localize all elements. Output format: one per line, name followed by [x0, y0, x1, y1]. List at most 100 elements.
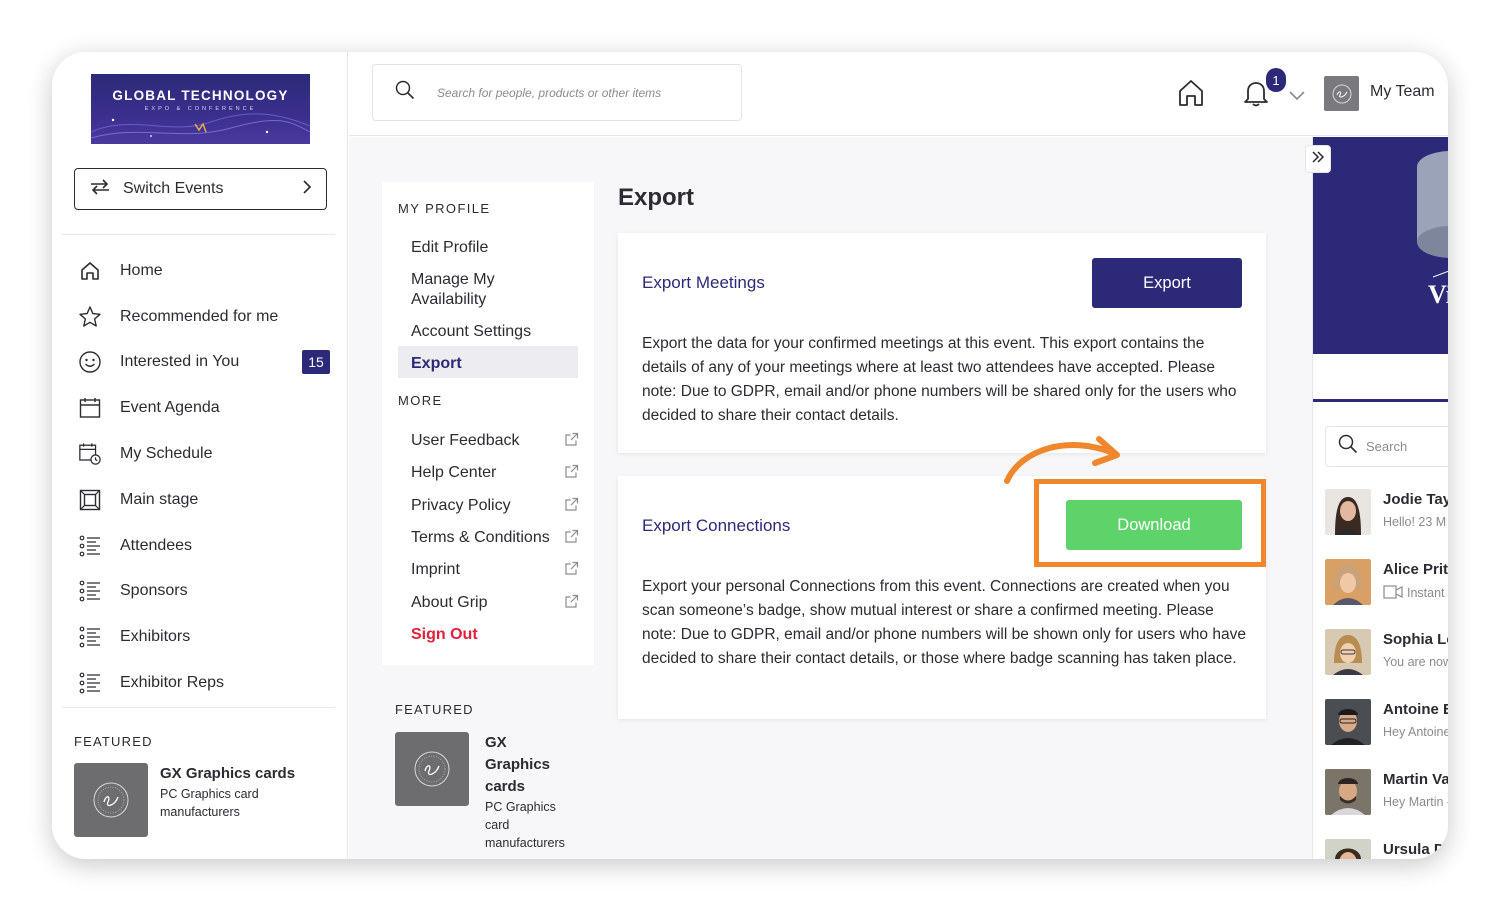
chevron-down-icon[interactable]: [1289, 88, 1305, 106]
person-name: Alice Pritc: [1383, 561, 1448, 578]
app-window: GLOBAL TECHNOLOGY EXPO & CONFERENCE Swit…: [52, 52, 1448, 859]
collapse-panel-button[interactable]: [1305, 145, 1331, 173]
search-icon: [395, 80, 415, 105]
list-icon: [78, 625, 102, 649]
sidebar-item-label: Attendees: [120, 536, 193, 554]
featured-label: FEATURED: [74, 734, 153, 749]
sidebar-item-home[interactable]: Home: [78, 248, 338, 294]
sidebar-item-sponsors[interactable]: Sponsors: [78, 569, 338, 615]
sidebar-item-label: Sponsors: [120, 582, 188, 600]
my-team-label[interactable]: My Team: [1370, 83, 1435, 101]
avatar: [1325, 839, 1371, 859]
menu-item-label: Privacy Policy: [411, 497, 511, 514]
list-icon: [78, 534, 102, 558]
menu-item-label: Terms & Conditions: [411, 529, 550, 546]
featured-card[interactable]: GX Graphics cards PC Graphics card manuf…: [74, 763, 295, 837]
export-connections-title: Export Connections: [642, 516, 791, 535]
swap-arrows-icon: [89, 178, 111, 200]
right-chat-panel: Vi Search Jodie Tayl Hello! 23 M Alice P…: [1312, 137, 1448, 859]
menu-section-my-profile: MY PROFILE: [398, 201, 491, 216]
menu-item-label: User Feedback: [411, 432, 520, 449]
search-input[interactable]: Search for people, products or other ite…: [372, 64, 742, 121]
search-icon: [1338, 434, 1358, 459]
sidebar-item-exhibitor-reps[interactable]: Exhibitor Reps: [78, 660, 338, 706]
export-meetings-description: Export the data for your confirmed meeti…: [642, 335, 1237, 424]
switch-events-label: Switch Events: [123, 180, 224, 197]
person-message: Hey Martin -: [1383, 795, 1448, 809]
smiley-icon: [78, 350, 102, 374]
export-meetings-title: Export Meetings: [642, 273, 765, 292]
switch-events-button[interactable]: Switch Events: [74, 168, 327, 210]
sidebar-item-label: Recommended for me: [120, 307, 279, 325]
menu-item-export[interactable]: Export: [411, 354, 579, 374]
sidebar-divider: [62, 707, 335, 708]
person-name: Martin Va: [1383, 771, 1448, 788]
menu-item-edit-profile[interactable]: Edit Profile: [411, 238, 579, 258]
stage-icon: [78, 488, 102, 512]
home-icon[interactable]: [1177, 78, 1205, 113]
menu-item-label: Imprint: [411, 561, 460, 578]
person-name: Ursula D: [1383, 841, 1445, 858]
menu-item-privacy-policy[interactable]: Privacy Policy: [411, 496, 579, 516]
menu-item-imprint[interactable]: Imprint: [411, 560, 579, 580]
person-name: Sophia Lev: [1383, 631, 1448, 648]
featured-title: GX Graphics cards: [160, 765, 296, 782]
sidebar-item-interested[interactable]: Interested in You 15: [78, 340, 338, 386]
menu-item-terms[interactable]: Terms & Conditions: [411, 528, 579, 548]
sign-out-link[interactable]: Sign Out: [411, 625, 579, 645]
home-icon: [78, 259, 102, 283]
event-logo[interactable]: GLOBAL TECHNOLOGY EXPO & CONFERENCE: [91, 74, 310, 144]
left-sidebar: GLOBAL TECHNOLOGY EXPO & CONFERENCE Swit…: [52, 52, 348, 859]
people-search-input[interactable]: Search: [1325, 426, 1448, 467]
person-message: Instant: [1383, 585, 1445, 602]
person-name: Jodie Tayl: [1383, 491, 1448, 508]
external-link-icon: [564, 561, 579, 582]
notification-count-badge: 1: [1266, 68, 1286, 92]
double-chevron-right-icon: [1311, 150, 1325, 169]
sidebar-item-label: Event Agenda: [120, 399, 220, 417]
chat-list-item[interactable]: Antoine B Hey Antoine: [1325, 699, 1448, 749]
download-highlight-box: [1034, 479, 1266, 567]
team-avatar[interactable]: [1324, 76, 1359, 111]
avatar: [1325, 699, 1371, 745]
sidebar-item-event-agenda[interactable]: Event Agenda: [78, 385, 338, 431]
sidebar-item-label: Interested in You: [120, 353, 240, 371]
featured-logo: [74, 763, 148, 837]
sidebar-item-recommended[interactable]: Recommended for me: [78, 294, 338, 340]
menu-item-account-settings[interactable]: Account Settings: [411, 322, 579, 342]
logo-subtitle: EXPO & CONFERENCE: [144, 106, 257, 112]
list-icon: [78, 671, 102, 695]
page-title: Export: [618, 184, 695, 211]
menu-item-help-center[interactable]: Help Center: [411, 463, 579, 483]
menu-item-about-grip[interactable]: About Grip: [411, 593, 579, 613]
avatar: [1325, 769, 1371, 815]
chat-list-item[interactable]: Alice Pritc Instant: [1325, 559, 1448, 609]
sidebar-item-attendees[interactable]: Attendees: [78, 523, 338, 569]
video-call-icon: [1383, 585, 1403, 602]
external-link-icon: [564, 497, 579, 518]
person-message: Hey Antoine: [1383, 725, 1448, 739]
search-placeholder: Search for people, products or other ite…: [437, 85, 662, 100]
chevron-right-icon: [302, 179, 312, 199]
person-message-text: Instant: [1407, 585, 1445, 600]
external-link-icon: [564, 529, 579, 550]
sidebar-item-main-stage[interactable]: Main stage: [78, 477, 338, 523]
menu-item-label: About Grip: [411, 594, 488, 611]
curved-arrow-annotation: [1004, 436, 1120, 484]
chat-list-item[interactable]: Jodie Tayl Hello! 23 M: [1325, 489, 1448, 539]
featured-subtitle: PC Graphics card manufacturers: [160, 787, 259, 819]
chat-list-item[interactable]: Ursula D: [1325, 839, 1448, 859]
chat-list-item[interactable]: Martin Va Hey Martin -: [1325, 769, 1448, 819]
promo-banner[interactable]: Vi: [1313, 137, 1448, 354]
export-button[interactable]: Export: [1092, 258, 1242, 308]
external-link-icon: [564, 432, 579, 453]
calendar-icon: [78, 396, 102, 420]
sidebar-item-my-schedule[interactable]: My Schedule: [78, 431, 338, 477]
menu-item-manage-availability[interactable]: Manage My Availability: [411, 270, 531, 310]
featured-card[interactable]: GX Graphics cards PC Graphics card manuf…: [395, 732, 575, 852]
menu-item-label: Help Center: [411, 464, 497, 481]
chat-list-item[interactable]: Sophia Lev You are now: [1325, 629, 1448, 679]
menu-item-user-feedback[interactable]: User Feedback: [411, 431, 579, 451]
sidebar-item-exhibitors[interactable]: Exhibitors: [78, 614, 338, 660]
person-message: Hello! 23 M: [1383, 515, 1447, 529]
